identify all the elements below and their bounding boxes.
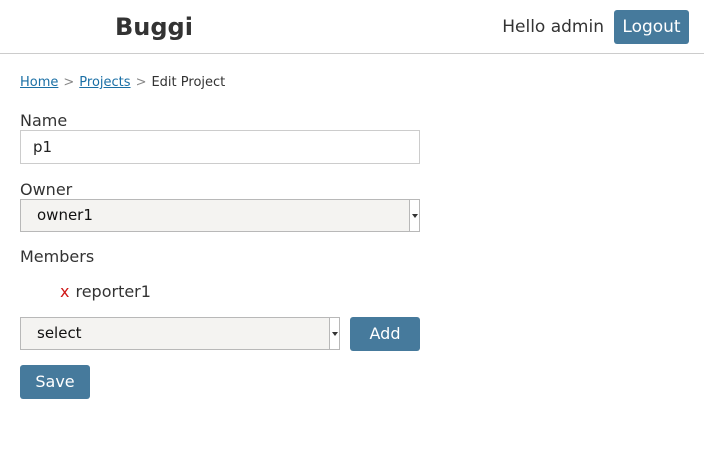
- logout-button[interactable]: Logout: [614, 10, 689, 44]
- name-label: Name: [20, 111, 68, 130]
- member-name: reporter1: [75, 282, 151, 301]
- app-brand[interactable]: Buggi: [115, 12, 193, 42]
- add-member-button[interactable]: Add: [350, 317, 420, 351]
- owner-select-value: owner1: [37, 206, 93, 224]
- owner-label: Owner: [20, 180, 73, 199]
- breadcrumb-separator: >: [63, 75, 75, 90]
- breadcrumb-current: Edit Project: [151, 75, 226, 90]
- remove-member-button[interactable]: x: [60, 282, 69, 301]
- member-select-value: select: [37, 324, 82, 342]
- chevron-down-icon[interactable]: [329, 318, 339, 349]
- chevron-down-icon[interactable]: [409, 200, 419, 231]
- members-label: Members: [20, 247, 95, 266]
- member-item: x reporter1: [60, 282, 151, 302]
- save-button[interactable]: Save: [20, 365, 90, 399]
- breadcrumb-home-link[interactable]: Home: [20, 75, 58, 90]
- breadcrumb-projects-link[interactable]: Projects: [79, 75, 130, 90]
- name-input[interactable]: p1: [20, 130, 420, 164]
- member-select[interactable]: select: [20, 317, 340, 350]
- user-greeting: Hello admin: [502, 17, 604, 37]
- breadcrumb-separator: >: [135, 75, 147, 90]
- top-bar: Buggi Hello admin Logout: [0, 0, 704, 54]
- breadcrumb: Home > Projects > Edit Project: [20, 74, 225, 91]
- owner-select[interactable]: owner1: [20, 199, 420, 232]
